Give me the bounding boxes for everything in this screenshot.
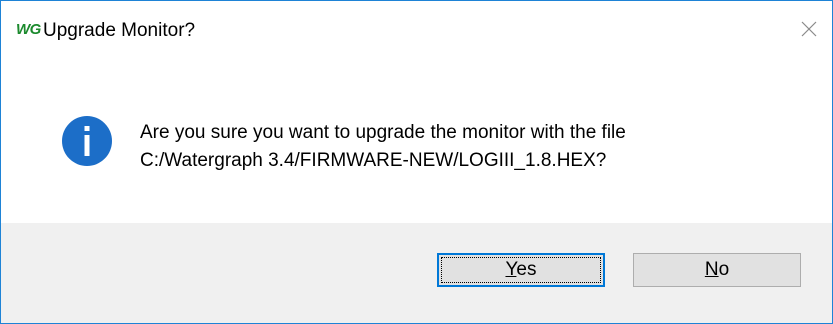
dialog-content: Are you sure you want to upgrade the mon… — [1, 63, 832, 223]
app-logo: WG — [16, 21, 41, 38]
dialog-title: Upgrade Monitor? — [43, 20, 196, 41]
message-line-2: C:/Watergraph 3.4/FIRMWARE-NEW/LOGIII_1.… — [140, 150, 607, 171]
no-button[interactable]: No — [633, 253, 801, 287]
button-bar: Yes No — [1, 223, 832, 323]
yes-button[interactable]: Yes — [437, 253, 605, 287]
info-icon — [62, 116, 112, 166]
no-button-label: No — [704, 259, 730, 280]
title-bar: WG Upgrade Monitor? — [1, 1, 832, 63]
yes-button-label: Yes — [505, 259, 537, 280]
dialog-window: WG Upgrade Monitor? Are you sure you wan… — [0, 0, 833, 324]
close-icon — [801, 21, 817, 37]
message-line-1: Are you sure you want to upgrade the mon… — [140, 122, 626, 143]
close-button[interactable] — [791, 11, 827, 47]
dialog-message: Are you sure you want to upgrade the mon… — [140, 119, 626, 175]
